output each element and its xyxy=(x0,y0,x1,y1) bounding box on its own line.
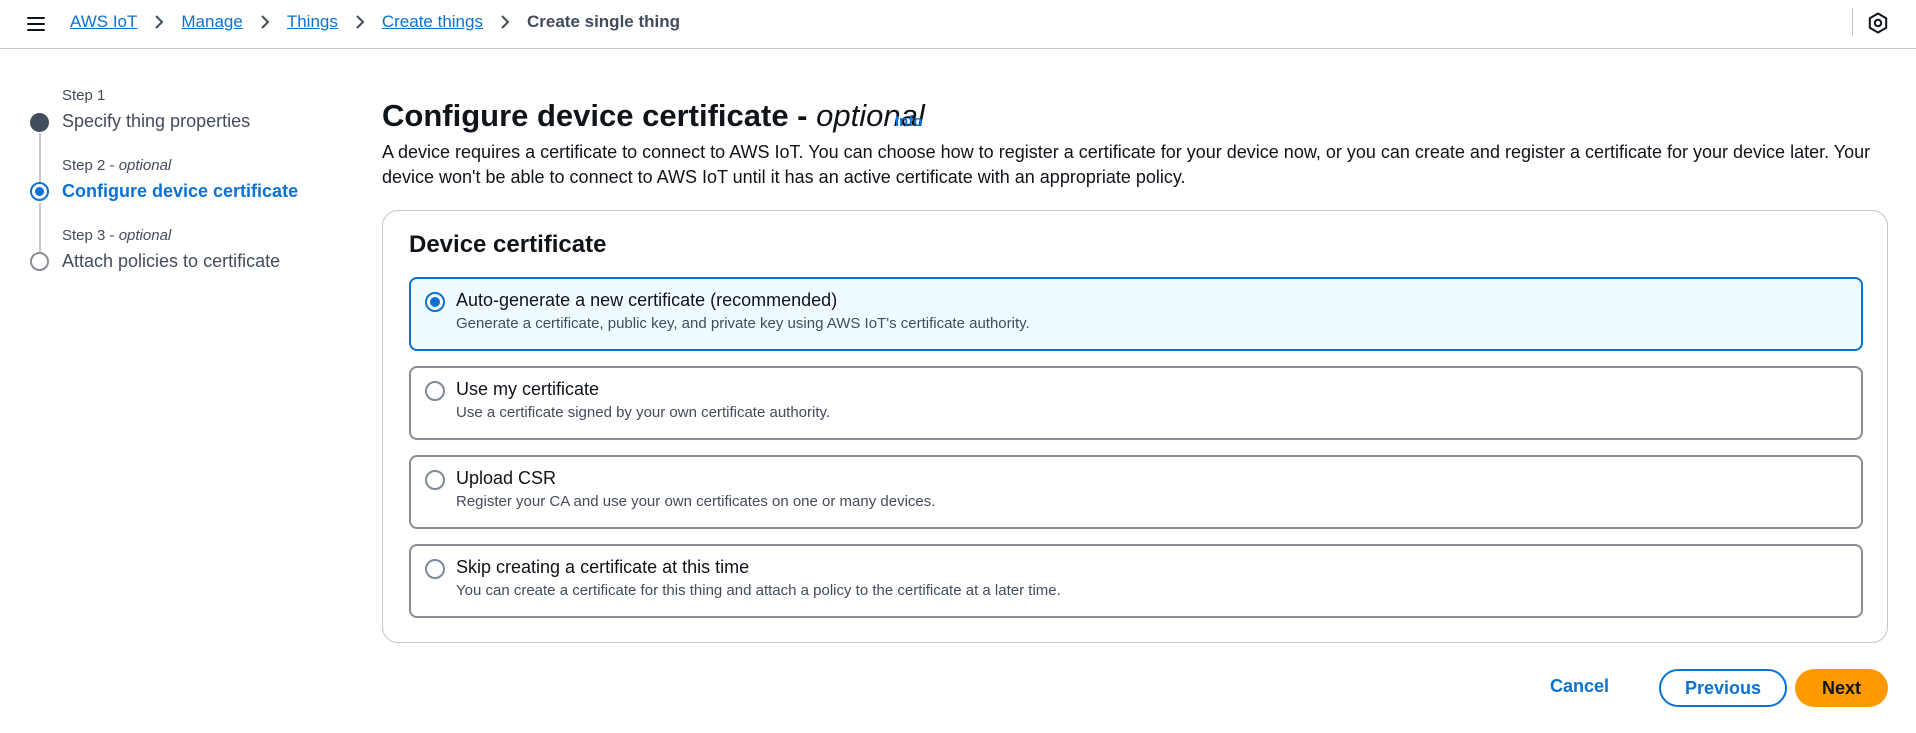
step-3-caption: Step 3 - optional xyxy=(62,227,172,244)
chevron-right-icon xyxy=(251,12,279,32)
option-label: Upload CSR xyxy=(456,468,557,488)
radio-unselected-icon[interactable] xyxy=(425,559,445,579)
option-description: Generate a certificate, public key, and … xyxy=(456,315,1030,332)
option-description: Register your CA and use your own certif… xyxy=(456,493,936,510)
option-skip-certificate[interactable]: Skip creating a certificate at this time… xyxy=(409,544,1863,618)
step-connector xyxy=(39,203,41,253)
page-title: Configure device certificate - optional xyxy=(382,98,925,133)
breadcrumb: AWS IoT Manage Things Create things Crea… xyxy=(70,12,680,32)
radio-unselected-icon[interactable] xyxy=(425,381,445,401)
panel-title: Device certificate xyxy=(409,231,607,258)
top-navigation-bar: AWS IoT Manage Things Create things Crea… xyxy=(0,0,1916,49)
radio-selected-icon[interactable] xyxy=(425,292,445,312)
next-button[interactable]: Next xyxy=(1795,669,1888,707)
breadcrumb-current: Create single thing xyxy=(526,12,681,31)
previous-button[interactable]: Previous xyxy=(1659,669,1787,707)
option-upload-csr[interactable]: Upload CSR Register your CA and use your… xyxy=(409,455,1863,529)
step-2-title: Configure device certificate xyxy=(62,181,299,201)
step-3-title: Attach policies to certificate xyxy=(62,251,281,271)
settings-hexagon-icon[interactable] xyxy=(1866,11,1890,35)
breadcrumb-create-things[interactable]: Create things xyxy=(382,12,483,32)
chevron-right-icon xyxy=(145,12,173,32)
breadcrumb-manage[interactable]: Manage xyxy=(181,12,242,32)
breadcrumb-aws-iot[interactable]: AWS IoT xyxy=(70,12,137,32)
option-label: Skip creating a certificate at this time xyxy=(456,557,750,577)
option-label: Use my certificate xyxy=(456,379,600,399)
option-auto-generate-certificate[interactable]: Auto-generate a new certificate (recomme… xyxy=(409,277,1863,351)
option-description: Use a certificate signed by your own cer… xyxy=(456,404,831,421)
step-1-title[interactable]: Specify thing properties xyxy=(62,111,250,132)
radio-unselected-icon[interactable] xyxy=(425,470,445,490)
breadcrumb-things[interactable]: Things xyxy=(287,12,338,32)
cancel-button[interactable]: Cancel xyxy=(1550,676,1609,697)
chevron-right-icon xyxy=(491,12,519,32)
option-description: You can create a certificate for this th… xyxy=(456,582,1061,599)
option-use-my-certificate[interactable]: Use my certificate Use a certificate sig… xyxy=(409,366,1863,440)
step-active-dot-icon xyxy=(30,182,49,201)
page-description: A device requires a certificate to conne… xyxy=(382,142,1871,187)
step-connector xyxy=(39,133,41,183)
option-label: Auto-generate a new certificate (recomme… xyxy=(456,290,838,310)
step-pending-dot-icon xyxy=(30,252,49,271)
step-2-caption: Step 2 - optional xyxy=(62,157,172,174)
chevron-right-icon xyxy=(346,12,374,32)
info-link[interactable]: Info xyxy=(895,113,923,130)
hamburger-menu-icon[interactable] xyxy=(24,12,48,36)
device-certificate-panel: Device certificate Auto-generate a new c… xyxy=(382,210,1888,643)
step-completed-dot-icon xyxy=(30,113,49,132)
divider xyxy=(1852,8,1853,36)
step-1-caption: Step 1 xyxy=(62,87,106,104)
